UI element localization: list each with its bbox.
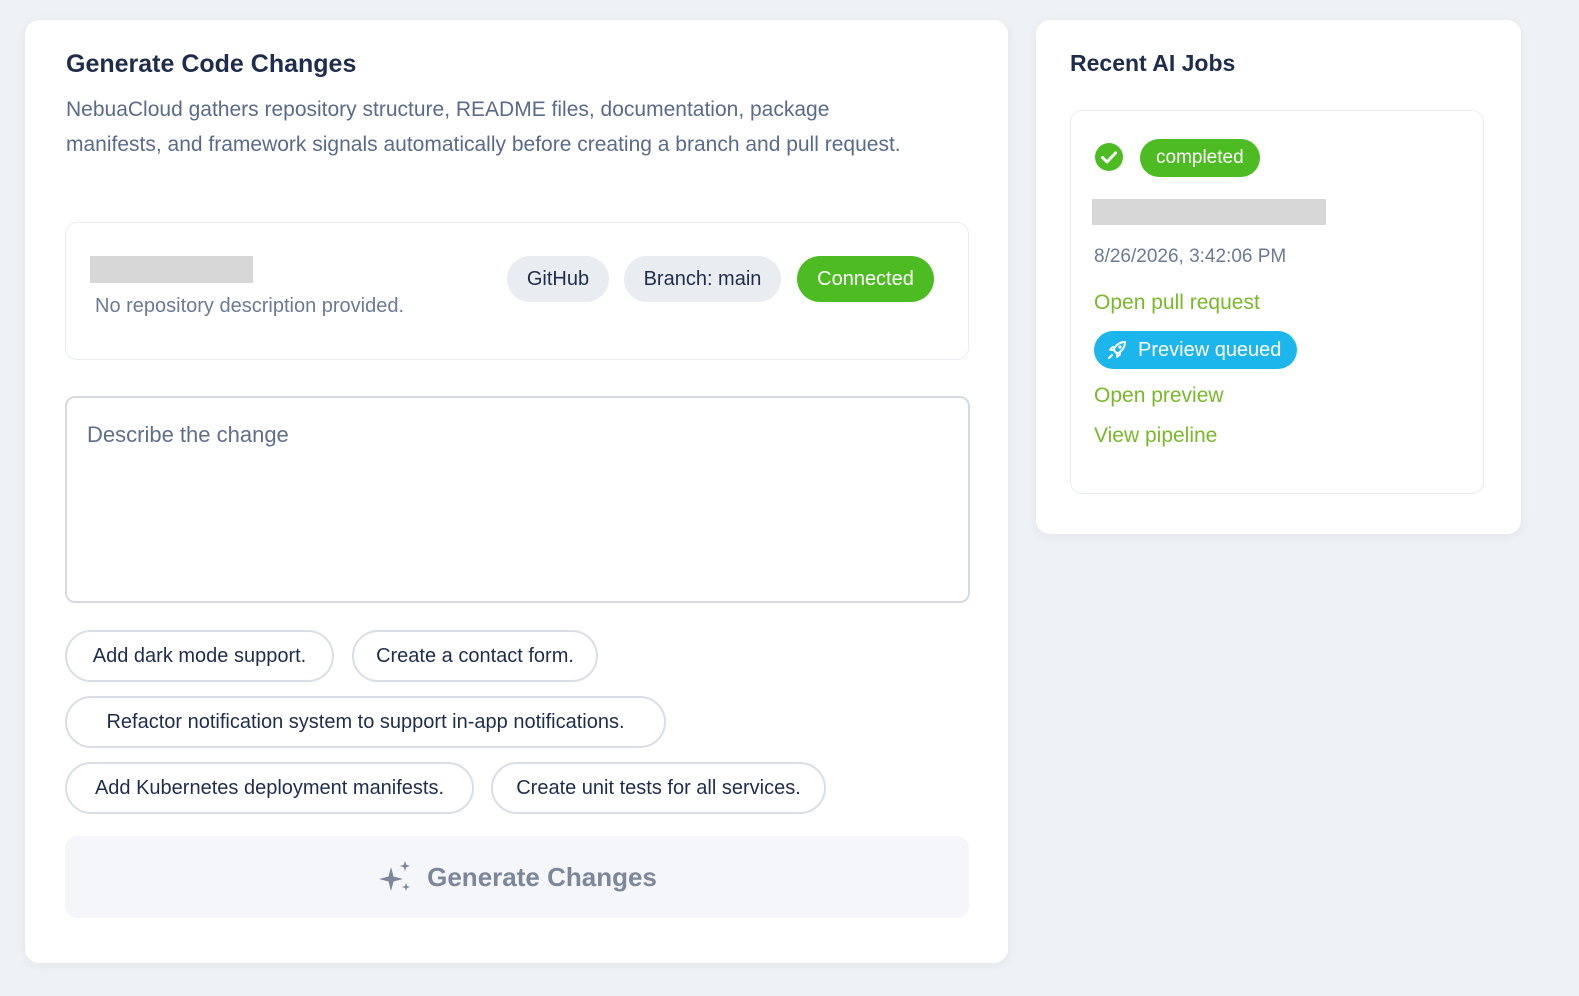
preview-status-label: Preview queued <box>1138 339 1282 361</box>
recent-jobs-title: Recent AI Jobs <box>1070 50 1236 76</box>
repository-name-redacted <box>90 256 253 283</box>
preview-status-badge: Preview queued <box>1094 331 1298 369</box>
branch-badge: Branch: main <box>624 256 781 302</box>
change-description-input[interactable] <box>65 396 970 603</box>
suggestion-chip-notifications[interactable]: Refactor notification system to support … <box>65 696 666 748</box>
check-circle-icon <box>1095 143 1123 171</box>
job-status-badge: completed <box>1140 139 1260 177</box>
suggestion-chip-contact-form[interactable]: Create a contact form. <box>352 630 598 682</box>
page-title: Generate Code Changes <box>66 50 357 78</box>
generate-changes-label: Generate Changes <box>427 861 657 892</box>
job-timestamp: 8/26/2026, 3:42:06 PM <box>1094 246 1287 267</box>
suggestion-chip-kubernetes[interactable]: Add Kubernetes deployment manifests. <box>65 762 474 814</box>
repository-description: No repository description provided. <box>95 295 405 317</box>
job-item: completed 8/26/2026, 3:42:06 PM Open pul… <box>1070 110 1484 494</box>
open-preview-link[interactable]: Open preview <box>1094 384 1224 408</box>
sparkles-icon <box>379 861 411 891</box>
generate-changes-card: Generate Code Changes NebuaCloud gathers… <box>25 20 1008 963</box>
open-pull-request-link[interactable]: Open pull request <box>1094 291 1260 315</box>
connection-status-badge: Connected <box>797 256 934 302</box>
provider-badge: GitHub <box>507 256 609 302</box>
suggestion-chip-dark-mode[interactable]: Add dark mode support. <box>65 630 334 682</box>
view-pipeline-link[interactable]: View pipeline <box>1094 424 1217 448</box>
repository-info-box: No repository description provided. GitH… <box>65 222 969 360</box>
rocket-icon <box>1108 341 1126 359</box>
generate-changes-button[interactable]: Generate Changes <box>65 836 969 918</box>
suggestion-chip-unit-tests[interactable]: Create unit tests for all services. <box>491 762 826 814</box>
page-description: NebuaCloud gathers repository structure,… <box>66 98 901 156</box>
job-title-redacted <box>1092 199 1326 225</box>
recent-jobs-card: Recent AI Jobs completed 8/26/2026, 3:42… <box>1036 20 1521 534</box>
